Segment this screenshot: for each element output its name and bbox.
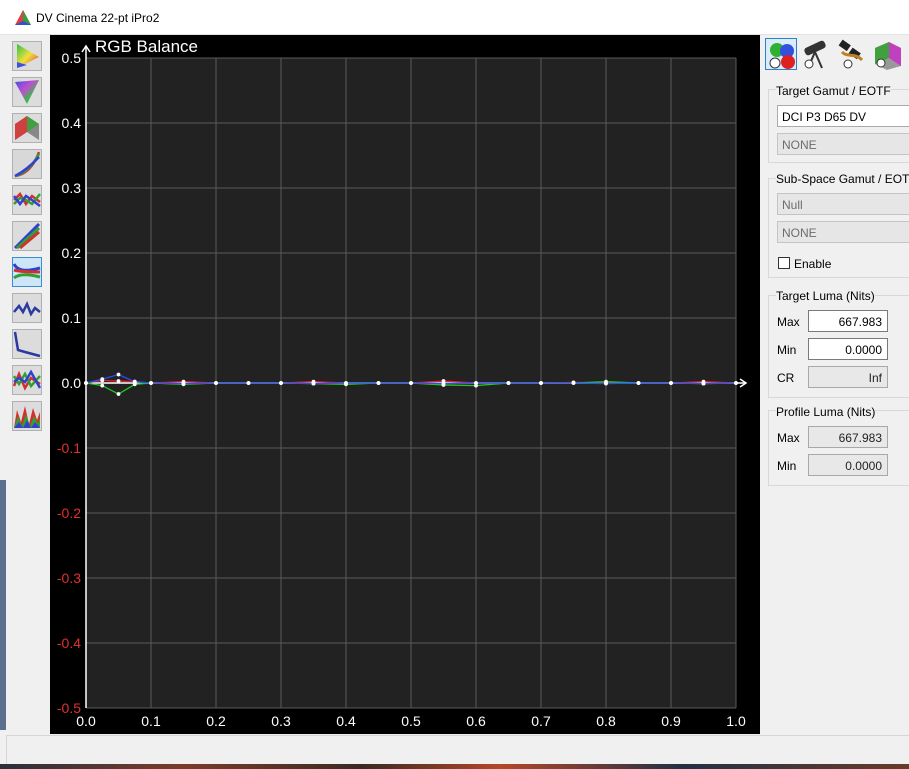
x-tick-label: 0.7 — [531, 713, 551, 729]
data-point — [246, 381, 251, 385]
rgb-balance-icon[interactable] — [12, 257, 42, 287]
data-point — [701, 381, 706, 386]
y-tick-label: 0.0 — [62, 375, 82, 391]
graph-type-toolbar — [6, 36, 50, 736]
x-tick-label: 0.2 — [206, 713, 226, 729]
x-tick-label: 0.9 — [661, 713, 681, 729]
chart-canvas: 0.0 0.1 0.2 0.3 0.4 0.5 0.6 0.7 0.8 0.9 1.0 0.5 0.4 0… — [57, 44, 748, 729]
rgb-spikes-icon[interactable] — [12, 401, 42, 431]
profile-min-value: 0.0000 — [808, 454, 888, 476]
data-point — [149, 381, 153, 385]
y-tick-label: 0.3 — [62, 180, 82, 196]
data-point — [100, 383, 105, 388]
data-point — [539, 381, 543, 385]
y-tick-label: 0.1 — [62, 310, 82, 326]
grayscale-tracking-icon[interactable] — [12, 221, 42, 251]
x-tick-label: 0.4 — [336, 713, 356, 729]
target-max-label: Max — [777, 315, 800, 329]
y-tick-label: -0.2 — [57, 505, 81, 521]
x-tick-label: 0.1 — [141, 713, 161, 729]
data-point — [311, 381, 316, 386]
deltae-line-icon[interactable] — [12, 293, 42, 323]
target-min-input[interactable]: 0.0000 — [808, 338, 888, 360]
data-point — [474, 381, 478, 385]
cables-icon[interactable] — [836, 38, 868, 70]
desktop-wallpaper-strip — [0, 764, 909, 769]
data-point — [116, 372, 121, 377]
rgb-lines-icon[interactable] — [12, 185, 42, 215]
enable-checkbox[interactable] — [778, 257, 790, 269]
sub-space-label: Sub-Space Gamut / EOTF — [776, 172, 909, 186]
profile-max-label: Max — [777, 431, 800, 445]
cube-icon[interactable] — [871, 38, 903, 70]
cr-label: CR — [777, 371, 795, 385]
x-tick-label: 1.0 — [726, 713, 746, 729]
data-point — [132, 379, 137, 384]
chart-title: RGB Balance — [95, 37, 198, 56]
x-tick-label: 0.5 — [401, 713, 421, 729]
data-point — [344, 381, 348, 385]
data-point — [100, 377, 105, 381]
target-luma-label: Target Luma (Nits) — [776, 289, 875, 303]
data-point — [571, 381, 576, 385]
status-bar — [6, 735, 909, 764]
x-tick-label: 0.6 — [466, 713, 486, 729]
target-gamut-select[interactable]: DCI P3 D65 DV — [777, 105, 909, 127]
y-tick-label: 0.5 — [62, 50, 82, 66]
data-point — [636, 381, 641, 385]
gamut-3d-icon[interactable] — [12, 113, 42, 143]
desktop-background — [0, 480, 6, 730]
rgb-dots-icon[interactable] — [765, 38, 797, 70]
target-max-input[interactable]: 667.983 — [808, 310, 888, 332]
x-tick-label: 0.3 — [271, 713, 291, 729]
profile-min-label: Min — [777, 459, 797, 473]
y-tick-label: -0.3 — [57, 570, 81, 586]
profile-max-value: 667.983 — [808, 426, 888, 448]
data-point — [84, 381, 88, 385]
data-point — [116, 379, 121, 383]
gamut-triangle-icon[interactable] — [12, 41, 42, 71]
settings-panel: Target Gamut / EOTF DCI P3 D65 DV NONE S… — [760, 35, 909, 735]
eotf-curves-icon[interactable] — [12, 149, 42, 179]
title-bar: DV Cinema 22-pt iPro2 — [0, 0, 909, 35]
y-tick-label: 0.4 — [62, 115, 82, 131]
data-point — [376, 381, 381, 385]
data-point — [409, 381, 413, 385]
y-tick-label: -0.5 — [57, 700, 81, 716]
data-point — [669, 381, 673, 385]
x-tick-label: 0.8 — [596, 713, 616, 729]
data-point — [181, 381, 186, 386]
luminance-decay-icon[interactable] — [12, 329, 42, 359]
enable-label: Enable — [794, 257, 832, 271]
sub-space-eotf-select[interactable]: NONE — [777, 221, 909, 243]
app-window: DV Cinema 22-pt iPro2 0.0 0.1 0.2 0.3 0.… — [0, 0, 909, 764]
y-tick-label: 0.2 — [62, 245, 82, 261]
rgb-balance-chart[interactable]: 0.0 0.1 0.2 0.3 0.4 0.5 0.6 0.7 0.8 0.9 1.0 0.5 0.4 0… — [50, 35, 760, 734]
y-tick-label: -0.4 — [57, 635, 81, 651]
data-point — [214, 381, 218, 385]
data-point — [506, 381, 511, 385]
target-gamut-label: Target Gamut / EOTF — [776, 84, 891, 98]
telescope-icon[interactable] — [800, 38, 832, 70]
data-point — [116, 392, 121, 396]
target-min-label: Min — [777, 343, 797, 357]
data-point — [441, 381, 446, 386]
sub-space-gamut-select[interactable]: Null — [777, 193, 909, 215]
app-logo-icon — [15, 10, 31, 25]
window-title: DV Cinema 22-pt iPro2 — [36, 11, 160, 25]
data-point — [604, 381, 608, 386]
gamut-triangle-inverted-icon[interactable] — [12, 77, 42, 107]
cr-value: Inf — [808, 366, 888, 388]
data-point — [279, 381, 283, 385]
y-tick-label: -0.1 — [57, 440, 81, 456]
profile-luma-label: Profile Luma (Nits) — [776, 405, 876, 419]
target-eotf-select[interactable]: NONE — [777, 133, 909, 155]
data-point — [734, 381, 738, 385]
rgb-error-icon[interactable] — [12, 365, 42, 395]
